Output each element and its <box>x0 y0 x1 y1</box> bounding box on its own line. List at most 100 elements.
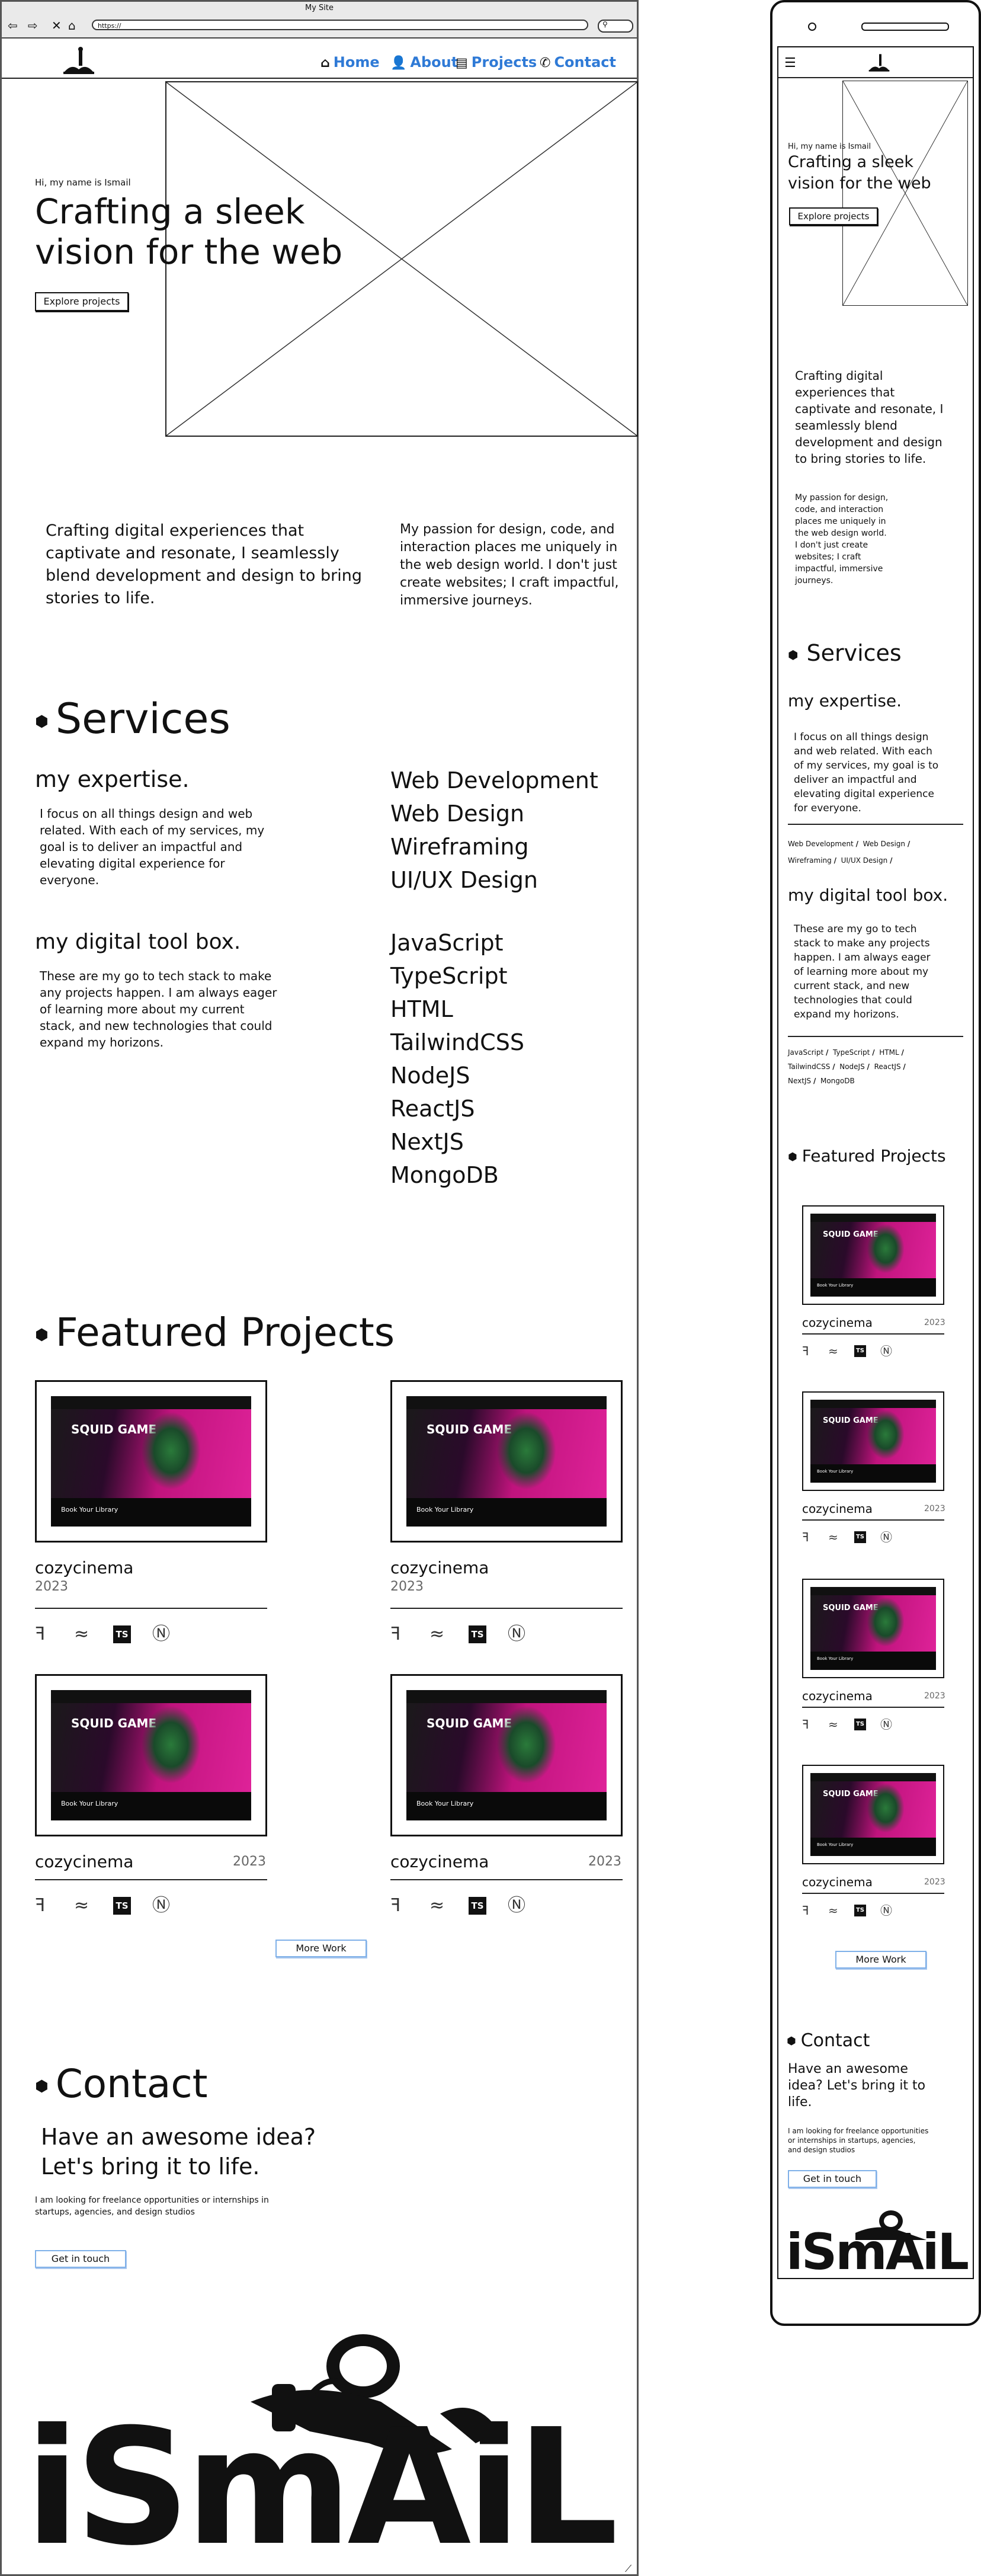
project-card[interactable]: SQUID GAME Book Your Library <box>35 1380 267 1543</box>
typescript-icon: TS <box>854 1531 866 1543</box>
mobile-project-card[interactable]: SQUID GAME Book Your Library <box>802 1391 944 1491</box>
browser-search-box[interactable]: ⚲ <box>598 20 633 33</box>
tailwind-icon: ≈ <box>74 1624 89 1644</box>
mobile-more-work-button[interactable]: More Work <box>835 1951 926 1969</box>
search-icon: ⚲ <box>602 20 608 28</box>
get-in-touch-button[interactable]: Get in touch <box>35 2250 126 2268</box>
mobile-contact-text-line: or internships in startups, agencies, <box>788 2136 916 2145</box>
mobile-project-card[interactable]: SQUID GAME Book Your Library <box>802 1579 944 1678</box>
mobile-intro-2-line: the web design world. <box>795 529 887 538</box>
mobile-intro-2-line: impactful, immersive <box>795 564 883 574</box>
mobile-device-frame: ☰ Hi, my name is Ismail Crafting a sleek… <box>770 0 981 2326</box>
more-work-button[interactable]: More Work <box>275 1940 367 1957</box>
mobile-project-card[interactable]: SQUID GAME Book Your Library <box>802 1205 944 1305</box>
footer-logo: iSmAiL <box>2 2313 637 2574</box>
toolbox-item: MongoDB <box>390 1162 499 1188</box>
nav-projects-label: Projects <box>471 54 537 71</box>
project-year: 2023 <box>35 1579 68 1594</box>
mobile-intro-2: My passion for design, code, and interac… <box>795 492 913 587</box>
forward-arrow-icon[interactable]: ⇨ <box>28 20 38 31</box>
mobile-expertise-chip: Web Development <box>788 840 854 848</box>
mobile-toolbox-text-line: of learning more about my <box>794 966 929 978</box>
mobile-expertise-text: I focus on all things design and web rel… <box>794 730 938 815</box>
book-icon: ▤ <box>456 56 468 71</box>
project-shot-footer: Book Your Library <box>51 1792 251 1820</box>
mobile-toolbox-title: my digital tool box. <box>788 885 948 905</box>
contact-tagline-line-2: Let's bring it to life. <box>41 2153 260 2180</box>
nav-about[interactable]: 👤 About <box>390 54 458 71</box>
mobile-project-tech-row: ꟻ ≈ TS Ⓝ <box>802 1531 921 1544</box>
nav-projects[interactable]: ▤ Projects <box>456 54 537 71</box>
typescript-icon: TS <box>113 1897 131 1915</box>
mobile-get-in-touch-button[interactable]: Get in touch <box>788 2170 877 2188</box>
mobile-expertise-chip: Web Design <box>863 840 906 848</box>
project-year: 2023 <box>588 1854 621 1869</box>
camera-icon <box>808 23 816 31</box>
resize-grip-icon[interactable]: ⟋ <box>625 2563 631 2575</box>
hamburger-icon[interactable]: ☰ <box>784 56 796 71</box>
project-card[interactable]: SQUID GAME Book Your Library <box>35 1674 267 1836</box>
mobile-contact-heading-text: Contact <box>800 2030 870 2051</box>
mobile-footer-logo-text: iSmAiL <box>786 2223 969 2278</box>
project-screenshot: SQUID GAME Book Your Library <box>51 1396 251 1527</box>
mobile-toolbox-text-line: technologies that could <box>794 994 912 1006</box>
project-screenshot: SQUID GAME Book Your Library <box>810 1400 936 1483</box>
mobile-project-name: cozycinema <box>802 1502 873 1516</box>
project-tech-row: ꟻ ≈ TS Ⓝ <box>390 1625 568 1643</box>
mobile-project-card[interactable]: SQUID GAME Book Your Library <box>802 1765 944 1864</box>
mobile-intro-2-line: code, and interaction <box>795 505 884 514</box>
back-arrow-icon[interactable]: ⇦ <box>8 20 18 31</box>
mobile-intro-1-line: development and design <box>795 435 942 449</box>
cube-icon: ⬢ <box>787 2035 796 2047</box>
home-icon[interactable]: ⌂ <box>68 20 76 31</box>
project-name: cozycinema <box>390 1558 489 1577</box>
toolbox-item: TypeScript <box>390 963 508 989</box>
toolbox-title: my digital tool box. <box>35 930 241 954</box>
intro-left-text: Crafting digital experiences that captiv… <box>46 521 362 607</box>
project-name: cozycinema <box>35 1852 134 1871</box>
project-shot-figure <box>496 1705 556 1784</box>
site-logo[interactable] <box>61 46 97 76</box>
mobile-expertise-text-line: and web related. With each <box>794 745 932 757</box>
nav-contact[interactable]: ✆ Contact <box>540 54 616 71</box>
project-shot-figure <box>867 1410 905 1460</box>
project-shot-footer: Book Your Library <box>810 1652 936 1670</box>
mobile-expertise-title: my expertise. <box>788 691 902 711</box>
project-divider <box>35 1608 267 1609</box>
close-icon[interactable]: ✕ <box>52 20 62 31</box>
astronaut-logo-icon <box>868 54 890 72</box>
mobile-toolbox-chip: NextJS <box>788 1077 812 1085</box>
tailwind-icon: ≈ <box>828 1530 838 1544</box>
explore-projects-button[interactable]: Explore projects <box>35 292 129 311</box>
mobile-toolbox-chip: NodeJS <box>839 1063 865 1071</box>
mobile-intro-1-line: experiences that <box>795 385 895 399</box>
nav-home[interactable]: ⌂ Home <box>320 54 380 71</box>
toolbox-text: These are my go to tech stack to make an… <box>40 969 277 1049</box>
figma-icon: ꟻ <box>390 1895 401 1916</box>
project-tech-row: ꟻ ≈ TS Ⓝ <box>35 1897 213 1915</box>
mobile-contact-text-line: I am looking for freelance opportunities <box>788 2127 929 2135</box>
project-shot-figure <box>867 1597 905 1647</box>
mobile-divider <box>788 824 963 825</box>
figma-icon: ꟻ <box>390 1624 401 1644</box>
project-shot-navbar <box>810 1587 936 1595</box>
mobile-explore-projects-button[interactable]: Explore projects <box>789 207 878 225</box>
nav-divider <box>2 78 637 79</box>
astronaut-logo-icon <box>63 47 94 74</box>
mobile-contact-text: I am looking for freelance opportunities… <box>788 2126 928 2155</box>
toolbox-list: JavaScript TypeScript HTML TailwindCSS N… <box>390 926 524 1192</box>
project-card[interactable]: SQUID GAME Book Your Library <box>390 1380 623 1543</box>
mobile-site-logo[interactable] <box>867 51 891 75</box>
mobile-project-divider <box>802 1893 944 1894</box>
toolbox-item: NodeJS <box>390 1063 470 1089</box>
mobile-toolbox-chip: TailwindCSS <box>788 1063 831 1071</box>
contact-text-line-2: startups, agencies, and design studios <box>35 2207 195 2217</box>
mobile-project-divider <box>802 1333 944 1335</box>
url-input[interactable]: https:// <box>92 20 588 30</box>
expertise-text: I focus on all things design and web rel… <box>40 807 265 887</box>
project-shot-footer: Book Your Library <box>406 1792 607 1820</box>
mobile-toolbox-chip: ReactJS <box>874 1063 901 1071</box>
home-icon: ⌂ <box>320 56 330 71</box>
project-name: cozycinema <box>35 1558 134 1577</box>
project-card[interactable]: SQUID GAME Book Your Library <box>390 1674 623 1836</box>
